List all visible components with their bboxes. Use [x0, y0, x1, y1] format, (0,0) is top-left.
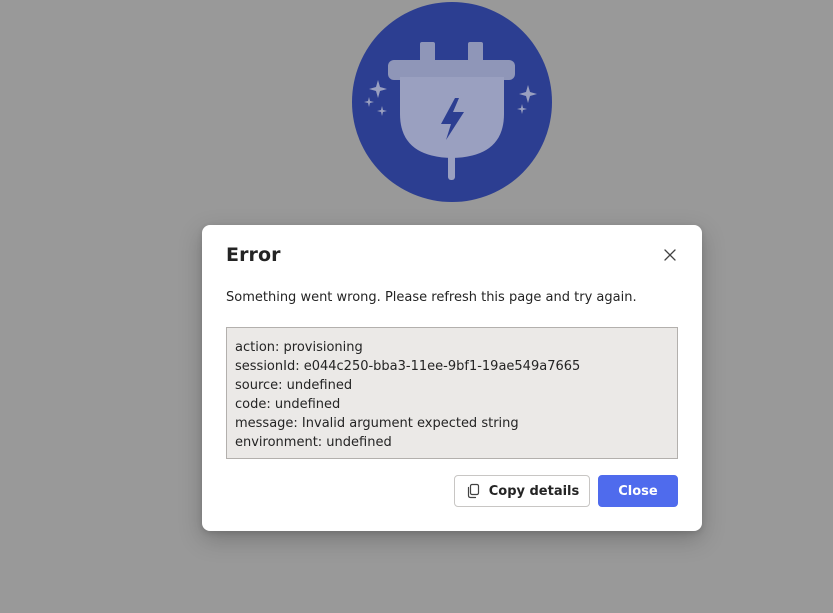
close-button[interactable]: Close: [598, 475, 678, 507]
dialog-title: Error: [226, 244, 281, 266]
error-details-box: action: provisioning sessionId: e044c250…: [226, 327, 678, 459]
error-message: Something went wrong. Please refresh thi…: [226, 290, 637, 305]
detail-line-code: code: undefined: [235, 397, 341, 412]
detail-line-source: source: undefined: [235, 378, 353, 393]
close-icon[interactable]: [660, 245, 680, 265]
detail-line-action: action: provisioning: [235, 340, 363, 355]
error-dialog: Error Something went wrong. Please refre…: [202, 225, 702, 531]
plug-lightning-icon: [352, 2, 552, 202]
detail-line-session-id: sessionId: e044c250-bba3-11ee-9bf1-19ae5…: [235, 359, 581, 374]
detail-line-message: message: Invalid argument expected strin…: [235, 416, 519, 431]
copy-details-button[interactable]: Copy details: [454, 475, 590, 507]
detail-line-environment: environment: undefined: [235, 435, 392, 450]
copy-details-label: Copy details: [488, 483, 580, 499]
close-button-label: Close: [618, 483, 658, 499]
page-backdrop: Error Something went wrong. Please refre…: [0, 0, 833, 613]
copy-icon: [465, 483, 481, 499]
